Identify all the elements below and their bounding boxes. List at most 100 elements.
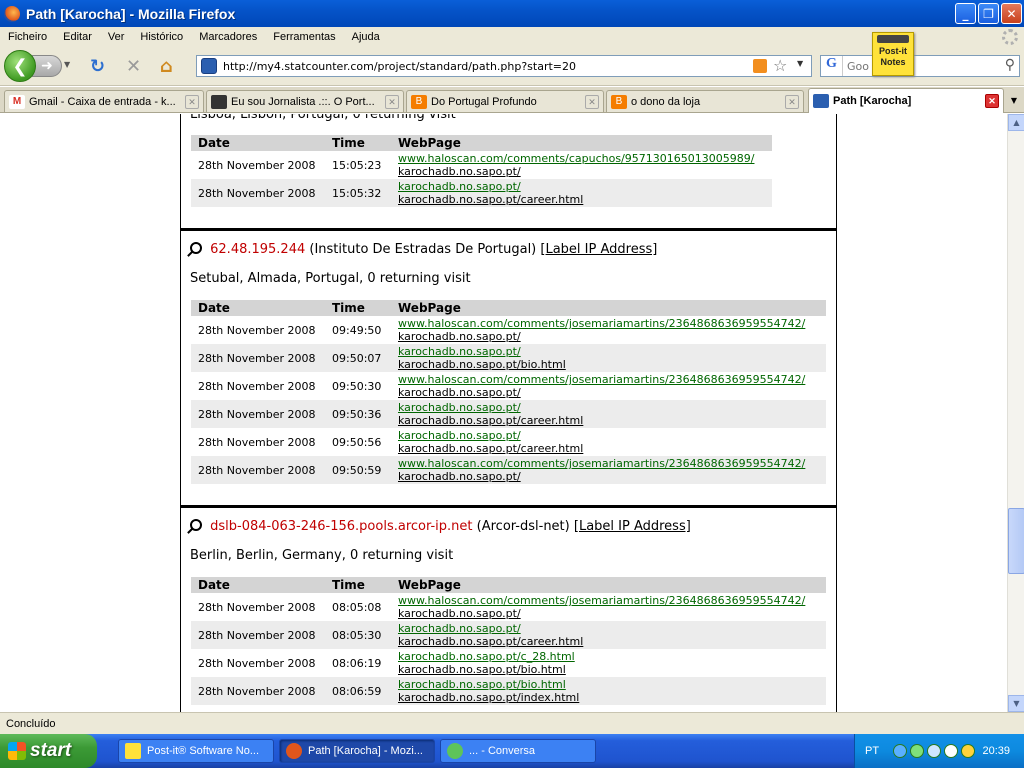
minimize-button[interactable]: _ xyxy=(955,3,976,24)
tab-close-icon[interactable]: ✕ xyxy=(985,94,999,108)
referrer-link[interactable]: karochadb.no.sapo.pt/ xyxy=(398,345,819,358)
referrer-link[interactable]: www.haloscan.com/comments/josemariamarti… xyxy=(398,373,819,386)
time-header: Time xyxy=(325,577,391,593)
start-button[interactable]: start xyxy=(0,734,97,768)
search-icon[interactable]: ⚲ xyxy=(1005,57,1015,73)
search-input[interactable] xyxy=(843,59,993,73)
referrer-link[interactable]: karochadb.no.sapo.pt/ xyxy=(398,429,819,442)
menu-historico[interactable]: Histórico xyxy=(132,31,191,43)
task-firefox[interactable]: Path [Karocha] - Mozi... xyxy=(279,739,435,763)
menu-ajuda[interactable]: Ajuda xyxy=(344,31,388,43)
postit-icon xyxy=(125,743,141,759)
visit-time: 15:05:23 xyxy=(332,158,382,172)
page-link[interactable]: karochadb.no.sapo.pt/ xyxy=(398,330,819,343)
menu-ver[interactable]: Ver xyxy=(100,31,133,43)
postit-notes-icon[interactable]: Post-it Notes xyxy=(872,32,914,76)
referrer-link[interactable]: www.haloscan.com/comments/josemariamarti… xyxy=(398,317,819,330)
security-icon[interactable] xyxy=(961,744,976,758)
lookup-icon[interactable] xyxy=(190,519,202,531)
page-link[interactable]: karochadb.no.sapo.pt/ xyxy=(398,386,819,399)
scroll-up-icon[interactable]: ▲ xyxy=(1008,114,1024,131)
menu-editar[interactable]: Editar xyxy=(55,31,100,43)
messenger-tray-icon[interactable] xyxy=(910,744,925,758)
task-postit[interactable]: Post-it® Software No... xyxy=(118,739,274,763)
history-dropdown-icon[interactable]: ▼ xyxy=(64,60,70,69)
scrollbar-thumb[interactable] xyxy=(1008,508,1024,574)
page-link[interactable]: karochadb.no.sapo.pt/index.html xyxy=(398,691,819,704)
page-link[interactable]: karochadb.no.sapo.pt/career.html xyxy=(398,193,765,206)
url-input[interactable] xyxy=(223,59,743,73)
search-bar[interactable]: G ⚲ xyxy=(820,55,1020,77)
page-link[interactable]: karochadb.no.sapo.pt/ xyxy=(398,165,765,178)
messenger-icon xyxy=(447,743,463,759)
scroll-down-icon[interactable]: ▼ xyxy=(1008,695,1024,712)
time-header: Time xyxy=(325,300,391,316)
tab-path-karocha[interactable]: Path [Karocha] ✕ xyxy=(808,88,1004,113)
page-link[interactable]: karochadb.no.sapo.pt/bio.html xyxy=(398,358,819,371)
tab-close-icon[interactable]: ✕ xyxy=(385,94,399,109)
tab-o-dono-da-loja[interactable]: B o dono da loja ✕ xyxy=(606,90,804,112)
referrer-link[interactable]: karochadb.no.sapo.pt/ xyxy=(398,622,819,635)
lookup-icon[interactable] xyxy=(190,242,202,254)
network-icon[interactable] xyxy=(893,744,908,758)
tab-label: o dono da loja xyxy=(631,95,701,108)
referrer-link[interactable]: www.haloscan.com/comments/capuchos/95713… xyxy=(398,152,765,165)
webpage-header: WebPage xyxy=(391,135,772,151)
menu-ficheiro[interactable]: Ficheiro xyxy=(0,31,55,43)
tab-close-icon[interactable]: ✕ xyxy=(585,94,599,109)
visit-separator xyxy=(180,228,837,231)
tab-eu-sou-jornalista[interactable]: Eu sou Jornalista .::. O Port... ✕ xyxy=(206,90,404,112)
label-ip-address-link[interactable]: [Label IP Address] xyxy=(540,242,657,257)
referrer-link[interactable]: www.haloscan.com/comments/josemariamarti… xyxy=(398,594,819,607)
status-bar: Concluído xyxy=(0,712,1024,734)
task-messenger[interactable]: ... - Conversa xyxy=(440,739,596,763)
chat-icon[interactable] xyxy=(944,744,959,758)
visit-date: 28th November 2008 xyxy=(198,656,316,670)
visit-date: 28th November 2008 xyxy=(198,379,316,393)
referrer-link[interactable]: karochadb.no.sapo.pt/ xyxy=(398,180,765,193)
menu-marcadores[interactable]: Marcadores xyxy=(191,31,265,43)
tab-close-icon[interactable]: ✕ xyxy=(785,94,799,109)
language-indicator[interactable]: PT xyxy=(865,745,879,757)
visit-time: 09:49:50 xyxy=(332,323,382,337)
rss-feed-icon[interactable] xyxy=(753,59,767,73)
back-button[interactable]: ❮ xyxy=(4,50,36,82)
reload-icon[interactable]: ↻ xyxy=(90,56,105,77)
address-bar[interactable]: ☆ ▼ xyxy=(196,55,812,77)
tab-close-icon[interactable]: ✕ xyxy=(185,94,199,109)
home-icon[interactable]: ⌂ xyxy=(160,56,173,77)
referrer-link[interactable]: karochadb.no.sapo.pt/c_28.html xyxy=(398,650,819,663)
page-link[interactable]: karochadb.no.sapo.pt/bio.html xyxy=(398,663,819,676)
url-dropdown-icon[interactable]: ▼ xyxy=(797,59,803,68)
vertical-scrollbar[interactable]: ▲ ▼ xyxy=(1007,114,1024,712)
wireless-icon[interactable] xyxy=(927,744,942,758)
close-window-button[interactable]: ✕ xyxy=(1001,3,1022,24)
referrer-link[interactable]: www.haloscan.com/comments/josemariamarti… xyxy=(398,457,819,470)
page-link[interactable]: karochadb.no.sapo.pt/career.html xyxy=(398,414,819,427)
table-row: 28th November 2008 09:50:30 www.haloscan… xyxy=(191,372,826,400)
maximize-button[interactable]: ❐ xyxy=(978,3,999,24)
page-link[interactable]: karochadb.no.sapo.pt/career.html xyxy=(398,635,819,648)
time-header: Time xyxy=(325,135,391,151)
ip-address[interactable]: dslb-084-063-246-156.pools.arcor-ip.net xyxy=(210,519,472,534)
tab-list-dropdown-icon[interactable]: ▼ xyxy=(1006,91,1022,111)
firefox-icon xyxy=(286,743,302,759)
tab-do-portugal-profundo[interactable]: B Do Portugal Profundo ✕ xyxy=(406,90,604,112)
label-ip-address-link[interactable]: [Label IP Address] xyxy=(574,519,691,534)
table-row: 28th November 2008 09:50:07 karochadb.no… xyxy=(191,344,826,372)
ip-address[interactable]: 62.48.195.244 xyxy=(210,242,305,257)
referrer-link[interactable]: karochadb.no.sapo.pt/bio.html xyxy=(398,678,819,691)
news-icon xyxy=(211,94,227,109)
forward-button[interactable]: ➜ xyxy=(32,55,62,77)
tab-gmail[interactable]: M Gmail - Caixa de entrada - k... ✕ xyxy=(4,90,204,112)
page-link[interactable]: karochadb.no.sapo.pt/ xyxy=(398,607,819,620)
referrer-link[interactable]: karochadb.no.sapo.pt/ xyxy=(398,401,819,414)
bookmark-star-icon[interactable]: ☆ xyxy=(773,56,787,75)
visit-time: 08:05:08 xyxy=(332,600,382,614)
stop-icon[interactable]: ✕ xyxy=(126,56,141,77)
tab-label: Path [Karocha] xyxy=(833,95,912,107)
page-link[interactable]: karochadb.no.sapo.pt/career.html xyxy=(398,442,819,455)
page-link[interactable]: karochadb.no.sapo.pt/ xyxy=(398,470,819,483)
google-engine-icon[interactable]: G xyxy=(821,56,843,76)
menu-ferramentas[interactable]: Ferramentas xyxy=(265,31,343,43)
